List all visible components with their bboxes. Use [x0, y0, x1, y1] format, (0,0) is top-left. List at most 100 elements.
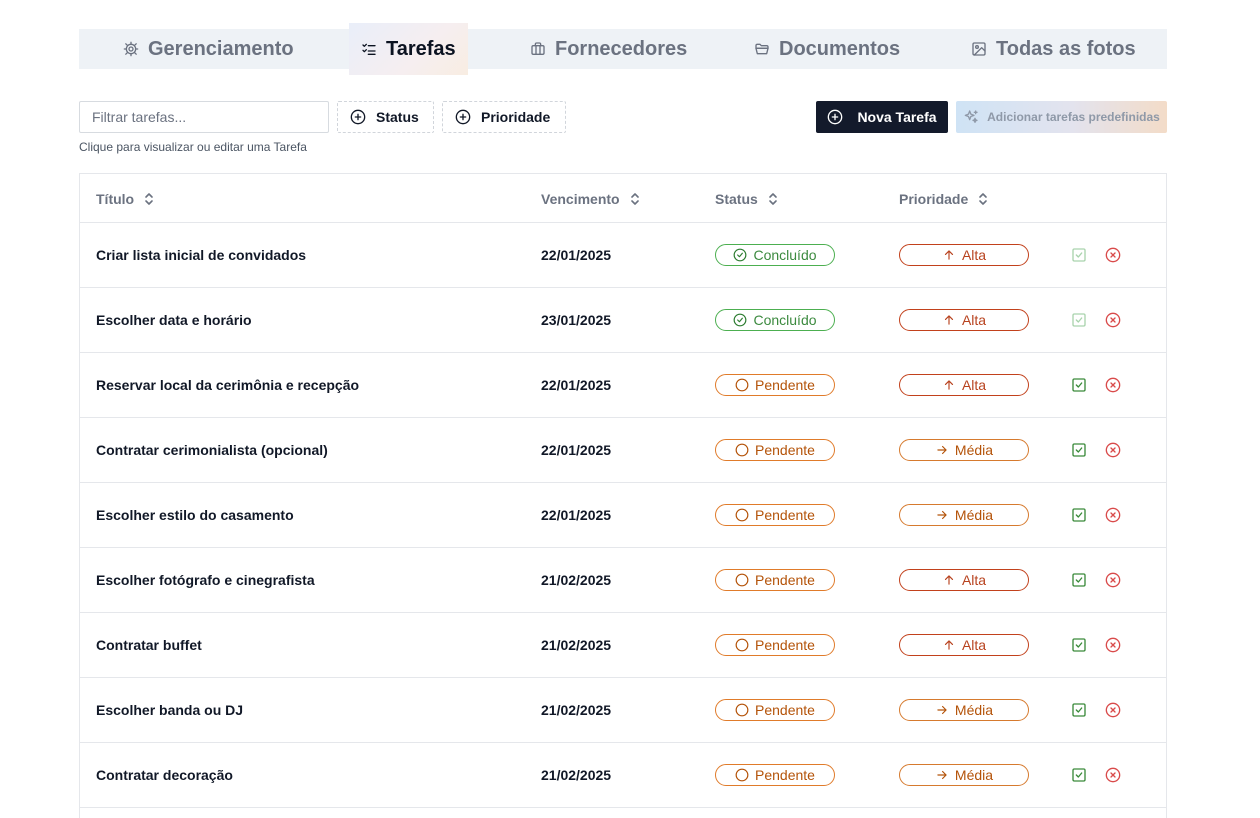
- column-header-title[interactable]: Título: [96, 174, 155, 223]
- task-title: Escolher banda ou DJ: [96, 702, 244, 718]
- column-header-label: Prioridade: [899, 190, 969, 207]
- tab-gerenciamento[interactable]: Gerenciamento: [123, 29, 294, 69]
- column-header-status[interactable]: Status: [715, 174, 779, 223]
- column-header-priority[interactable]: Prioridade: [899, 174, 989, 223]
- status-cell: Concluído: [715, 288, 835, 352]
- mark-complete-icon[interactable]: [1071, 767, 1087, 783]
- priority-cell: Média: [899, 483, 1029, 547]
- delete-task-icon[interactable]: [1105, 247, 1121, 263]
- mark-complete-icon[interactable]: [1071, 702, 1087, 718]
- priority-badge-label: Média: [954, 767, 994, 783]
- table-row[interactable]: Escolher fotógrafo e cinegrafista 21/02/…: [80, 548, 1166, 613]
- status-badge: Concluído: [715, 309, 835, 331]
- sparkles-icon: [963, 109, 979, 125]
- tab-fornecedores[interactable]: Fornecedores: [530, 29, 687, 69]
- sort-icon: [143, 192, 155, 206]
- filter-tasks-input[interactable]: [79, 101, 329, 133]
- priority-badge: Alta: [899, 309, 1029, 331]
- delete-cell: [1105, 483, 1121, 547]
- priority-cell: Alta: [899, 548, 1029, 612]
- table-row[interactable]: Escolher estilo do casamento 22/01/2025 …: [80, 483, 1166, 548]
- mark-complete-icon[interactable]: [1071, 572, 1087, 588]
- column-header-label: Status: [715, 190, 758, 207]
- table-row[interactable]: Contratar buffet 21/02/2025 Pendente Alt…: [80, 613, 1166, 678]
- circle-icon: [735, 378, 749, 392]
- circle-icon: [735, 508, 749, 522]
- new-task-button[interactable]: Nova Tarefa: [816, 101, 948, 133]
- table-row[interactable]: Escolher data e horário 23/01/2025 Concl…: [80, 288, 1166, 353]
- priority-badge-label: Alta: [961, 572, 987, 588]
- delete-task-icon[interactable]: [1105, 507, 1121, 523]
- task-due-date: 22/01/2025: [541, 377, 612, 393]
- status-filter-button[interactable]: Status: [337, 101, 434, 133]
- task-due-date: 23/01/2025: [541, 312, 612, 328]
- circle-icon: [735, 768, 749, 782]
- priority-badge-label: Média: [954, 507, 994, 523]
- priority-cell: Alta: [899, 613, 1029, 677]
- status-cell: Pendente: [715, 743, 835, 807]
- task-due-date: 22/01/2025: [541, 247, 612, 263]
- arrow-right-icon: [935, 703, 949, 717]
- mark-complete-icon[interactable]: [1071, 247, 1087, 263]
- priority-cell: Alta: [899, 353, 1029, 417]
- arrow-up-icon: [942, 248, 956, 262]
- status-badge: Pendente: [715, 569, 835, 591]
- delete-cell: [1105, 613, 1121, 677]
- priority-filter-button[interactable]: Prioridade: [442, 101, 566, 133]
- status-badge-label: Concluído: [753, 247, 817, 263]
- table-row[interactable]: Reservar local da cerimônia e recepção 2…: [80, 353, 1166, 418]
- delete-task-icon[interactable]: [1105, 442, 1121, 458]
- delete-task-icon[interactable]: [1105, 767, 1121, 783]
- delete-cell: [1105, 418, 1121, 482]
- add-preset-tasks-button[interactable]: Adicionar tarefas predefinidas: [956, 101, 1167, 133]
- column-header-due[interactable]: Vencimento: [541, 174, 641, 223]
- tab-todas-as-fotos[interactable]: Todas as fotos: [971, 29, 1136, 69]
- mark-complete-icon[interactable]: [1071, 312, 1087, 328]
- priority-badge-label: Média: [954, 442, 994, 458]
- priority-badge: Média: [899, 504, 1029, 526]
- mark-complete-icon[interactable]: [1071, 507, 1087, 523]
- status-cell: Pendente: [715, 678, 835, 742]
- status-badge-label: Pendente: [755, 507, 815, 523]
- status-badge: Concluído: [715, 244, 835, 266]
- table-row[interactable]: Escolher banda ou DJ 21/02/2025 Pendente…: [80, 678, 1166, 743]
- tab-tarefas[interactable]: Tarefas: [349, 23, 468, 75]
- task-title: Escolher data e horário: [96, 312, 252, 328]
- delete-task-icon[interactable]: [1105, 312, 1121, 328]
- tab-label: Gerenciamento: [148, 37, 294, 60]
- status-filter-label: Status: [376, 109, 419, 125]
- delete-cell: [1105, 678, 1121, 742]
- status-badge: Pendente: [715, 699, 835, 721]
- table-row[interactable]: Criar lista inicial de convidados 22/01/…: [80, 223, 1166, 288]
- tab-documentos[interactable]: Documentos: [754, 29, 900, 69]
- mark-complete-icon[interactable]: [1071, 442, 1087, 458]
- priority-badge-label: Alta: [961, 247, 987, 263]
- status-badge-label: Concluído: [753, 312, 817, 328]
- status-cell: Pendente: [715, 483, 835, 547]
- status-badge: Pendente: [715, 504, 835, 526]
- tab-label: Todas as fotos: [996, 37, 1136, 60]
- task-title: Escolher estilo do casamento: [96, 507, 294, 523]
- priority-badge: Alta: [899, 374, 1029, 396]
- column-header-label: Vencimento: [541, 190, 620, 207]
- mark-complete-icon[interactable]: [1071, 377, 1087, 393]
- priority-badge: Média: [899, 699, 1029, 721]
- tab-label: Documentos: [779, 37, 901, 60]
- priority-cell: Média: [899, 418, 1029, 482]
- priority-badge: Alta: [899, 634, 1029, 656]
- table-row[interactable]: Contratar cerimonialista (opcional) 22/0…: [80, 418, 1166, 483]
- task-title: Criar lista inicial de convidados: [96, 247, 307, 263]
- status-badge-label: Pendente: [755, 572, 815, 588]
- delete-task-icon[interactable]: [1105, 572, 1121, 588]
- table-row[interactable]: Contratar decoração 21/02/2025 Pendente …: [80, 743, 1166, 808]
- delete-task-icon[interactable]: [1105, 637, 1121, 653]
- status-badge: Pendente: [715, 764, 835, 786]
- task-due-date: 21/02/2025: [541, 767, 612, 783]
- plus-circle-icon: [350, 109, 366, 125]
- delete-task-icon[interactable]: [1105, 702, 1121, 718]
- delete-task-icon[interactable]: [1105, 377, 1121, 393]
- delete-cell: [1105, 548, 1121, 612]
- task-due-date: 21/02/2025: [541, 637, 612, 653]
- table-hint: Clique para visualizar ou editar uma Tar…: [79, 140, 307, 154]
- mark-complete-icon[interactable]: [1071, 637, 1087, 653]
